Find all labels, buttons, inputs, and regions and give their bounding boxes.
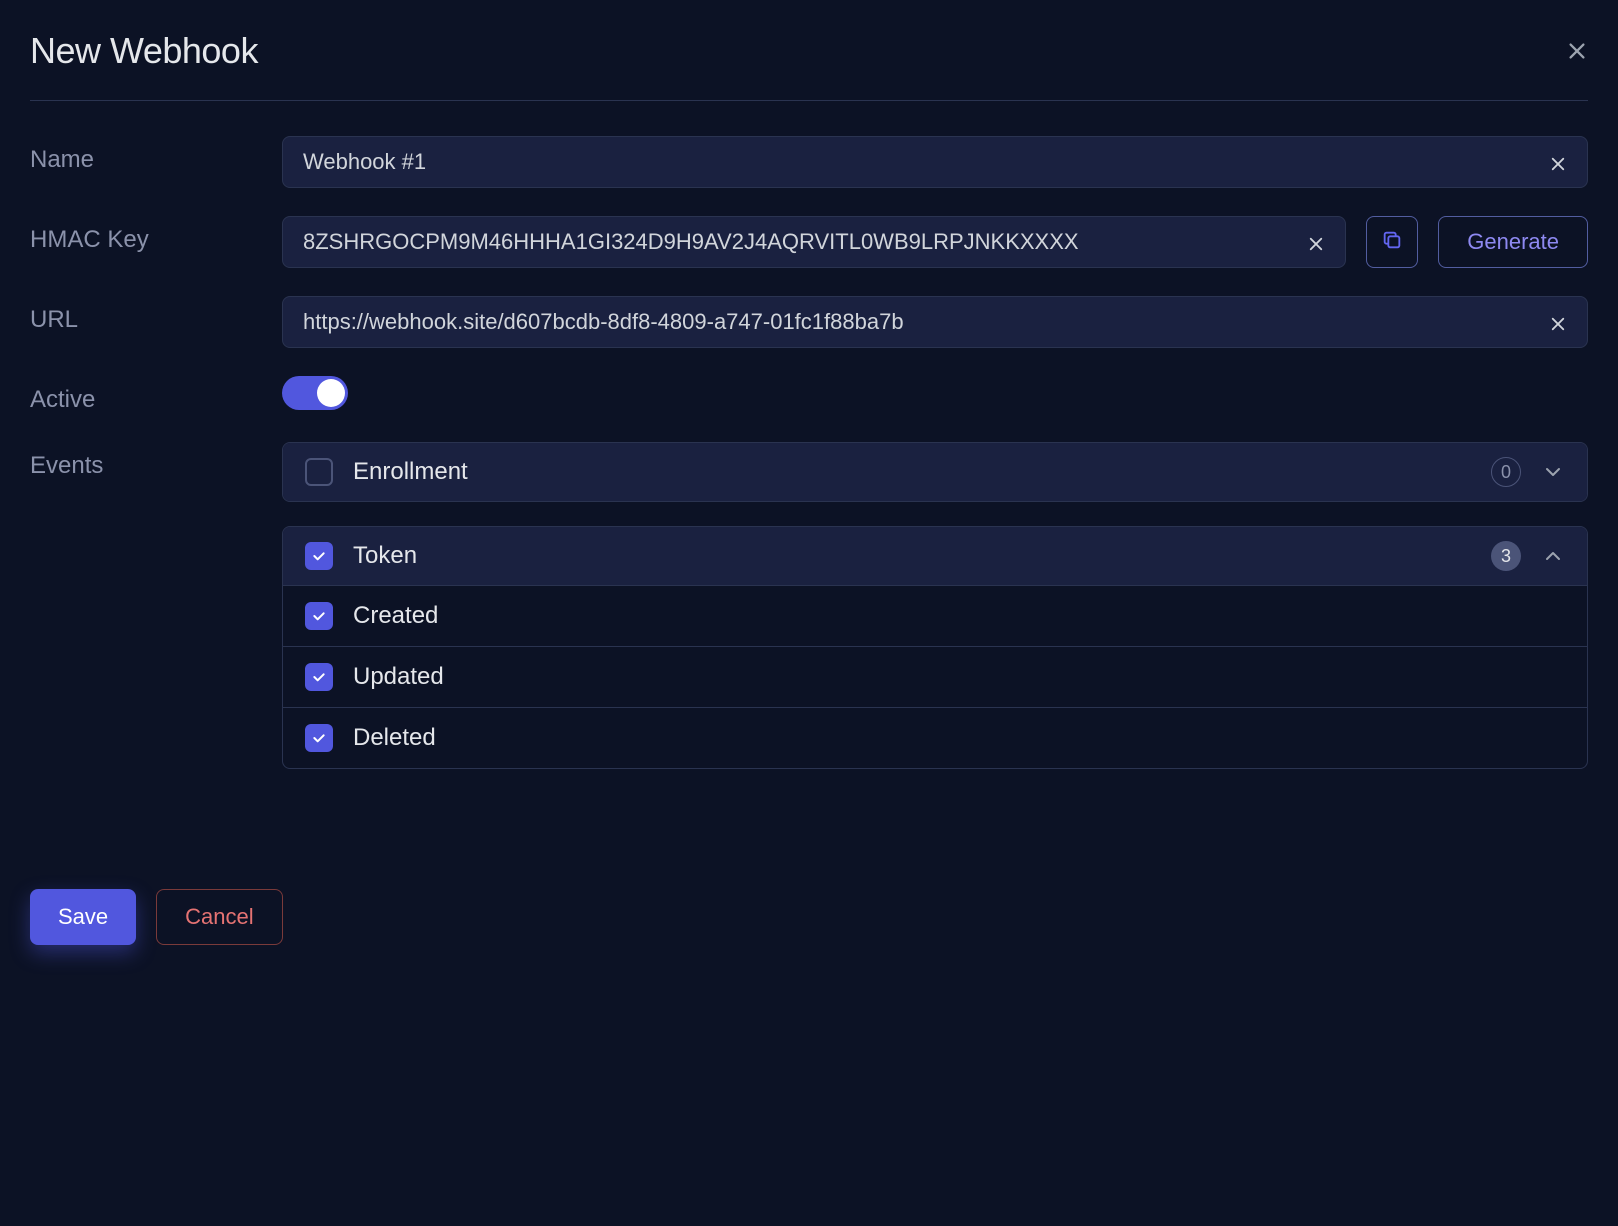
clear-icon[interactable] xyxy=(1549,313,1567,331)
event-sub-label: Updated xyxy=(353,663,1565,691)
event-group-enrollment: Enrollment 0 xyxy=(282,442,1588,502)
copy-button[interactable] xyxy=(1366,216,1418,268)
label-active: Active xyxy=(30,376,282,414)
event-group-token: Token 3 Created xyxy=(282,526,1588,769)
clear-icon[interactable] xyxy=(1549,153,1567,171)
copy-icon xyxy=(1381,229,1403,256)
url-input[interactable]: https://webhook.site/d607bcdb-8df8-4809-… xyxy=(282,296,1588,348)
row-active: Active xyxy=(30,376,1588,414)
checkbox-updated[interactable] xyxy=(305,663,333,691)
toggle-knob xyxy=(317,379,345,407)
label-name: Name xyxy=(30,136,282,174)
chevron-up-icon[interactable] xyxy=(1541,544,1565,568)
hmac-input[interactable]: 8ZSHRGOCPM9M46HHHA1GI324D9H9AV2J4AQRVITL… xyxy=(282,216,1346,268)
chevron-down-icon[interactable] xyxy=(1541,460,1565,484)
row-events: Events Enrollment 0 xyxy=(30,442,1588,769)
footer: Save Cancel xyxy=(30,889,1588,945)
hmac-input-value: 8ZSHRGOCPM9M46HHHA1GI324D9H9AV2J4AQRVITL… xyxy=(303,229,1295,255)
row-url: URL https://webhook.site/d607bcdb-8df8-4… xyxy=(30,296,1588,348)
checkbox-enrollment[interactable] xyxy=(305,458,333,486)
page-title: New Webhook xyxy=(30,30,258,72)
cancel-button[interactable]: Cancel xyxy=(156,889,282,945)
label-hmac: HMAC Key xyxy=(30,216,282,254)
clear-icon[interactable] xyxy=(1307,233,1325,251)
event-sub-label: Created xyxy=(353,602,1565,630)
checkbox-created[interactable] xyxy=(305,602,333,630)
close-icon[interactable] xyxy=(1566,40,1588,62)
event-sub-item[interactable]: Updated xyxy=(283,646,1587,707)
badge-count: 0 xyxy=(1491,457,1521,487)
checkbox-token[interactable] xyxy=(305,542,333,570)
row-name: Name Webhook #1 xyxy=(30,136,1588,188)
event-sub-item[interactable]: Deleted xyxy=(283,707,1587,768)
event-sub-list-token: Created Updated De xyxy=(283,585,1587,768)
badge-count: 3 xyxy=(1491,541,1521,571)
event-sub-item[interactable]: Created xyxy=(283,585,1587,646)
label-events: Events xyxy=(30,442,282,480)
name-input-value: Webhook #1 xyxy=(303,149,1537,175)
event-header-token[interactable]: Token 3 xyxy=(283,527,1587,585)
generate-button[interactable]: Generate xyxy=(1438,216,1588,268)
event-name-enrollment: Enrollment xyxy=(353,458,1471,486)
name-input[interactable]: Webhook #1 xyxy=(282,136,1588,188)
row-hmac: HMAC Key 8ZSHRGOCPM9M46HHHA1GI324D9H9AV2… xyxy=(30,216,1588,268)
events-list: Enrollment 0 Token 3 xyxy=(282,442,1588,769)
event-header-enrollment[interactable]: Enrollment 0 xyxy=(283,443,1587,501)
modal-header: New Webhook xyxy=(30,30,1588,101)
checkbox-deleted[interactable] xyxy=(305,724,333,752)
label-url: URL xyxy=(30,296,282,334)
event-name-token: Token xyxy=(353,542,1471,570)
url-input-value: https://webhook.site/d607bcdb-8df8-4809-… xyxy=(303,309,1537,335)
active-toggle[interactable] xyxy=(282,376,348,410)
event-sub-label: Deleted xyxy=(353,724,1565,752)
save-button[interactable]: Save xyxy=(30,889,136,945)
